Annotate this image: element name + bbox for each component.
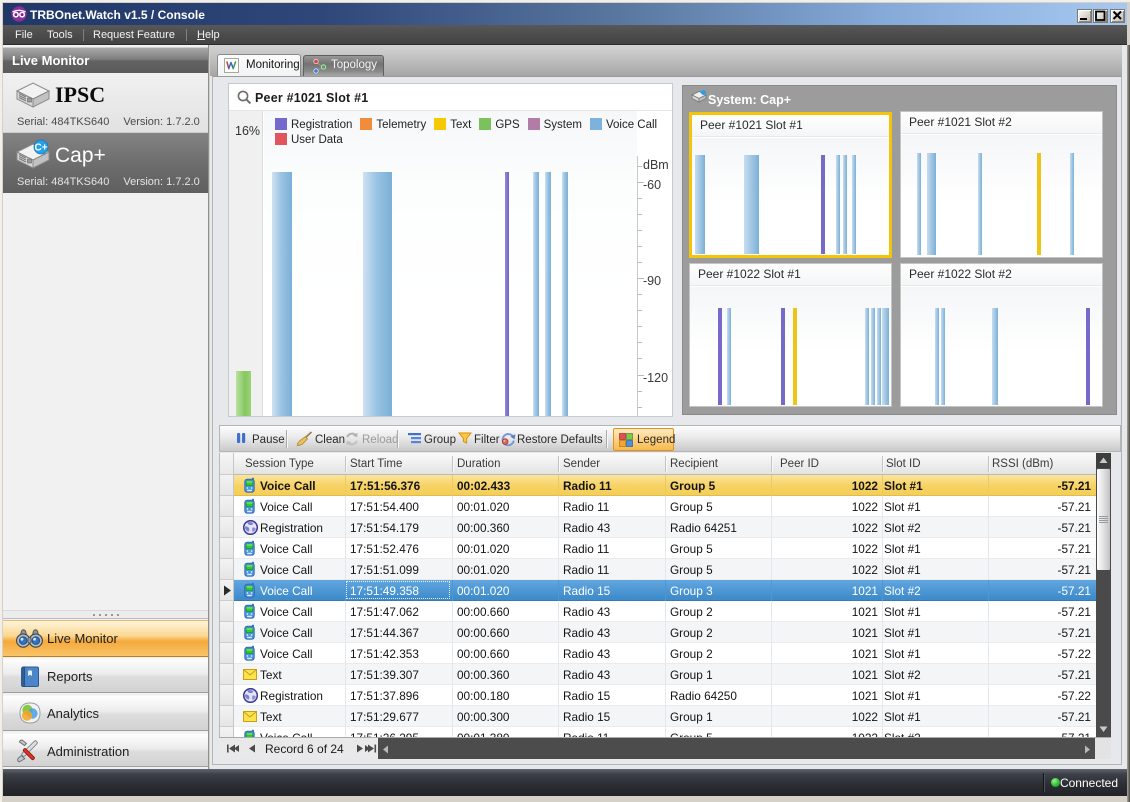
svg-text:C+: C+ xyxy=(34,143,47,154)
